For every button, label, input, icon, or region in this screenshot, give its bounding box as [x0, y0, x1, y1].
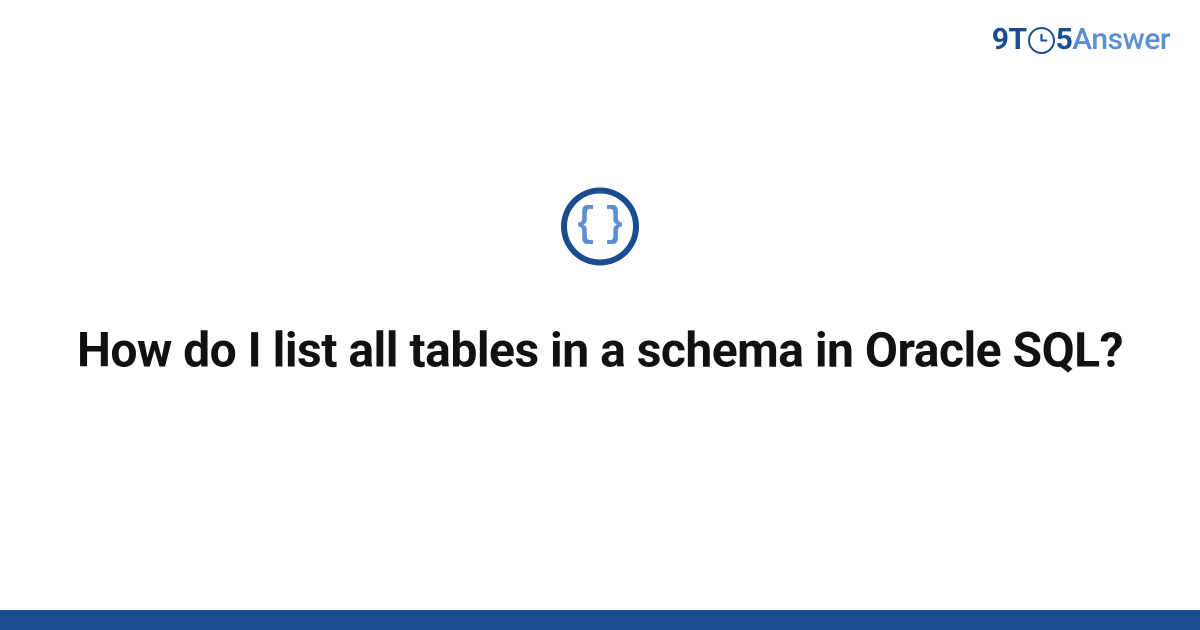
site-logo: 9T 5 Answer — [992, 22, 1170, 57]
clock-icon — [1028, 27, 1055, 54]
footer-bar — [0, 610, 1200, 630]
logo-text: 9T 5 Answer — [992, 22, 1170, 57]
braces-glyph: { } — [573, 203, 627, 245]
logo-part-9t: 9T — [992, 22, 1027, 57]
question-title: How do I list all tables in a schema in … — [60, 320, 1140, 380]
left-brace: { — [575, 203, 596, 245]
code-braces-icon: { } — [561, 187, 639, 265]
logo-part-5: 5 — [1056, 22, 1073, 57]
right-brace: } — [604, 203, 625, 245]
clock-hands-icon — [1030, 29, 1053, 52]
main-content: { } How do I list all tables in a schema… — [0, 187, 1200, 380]
logo-part-answer: Answer — [1072, 22, 1170, 57]
